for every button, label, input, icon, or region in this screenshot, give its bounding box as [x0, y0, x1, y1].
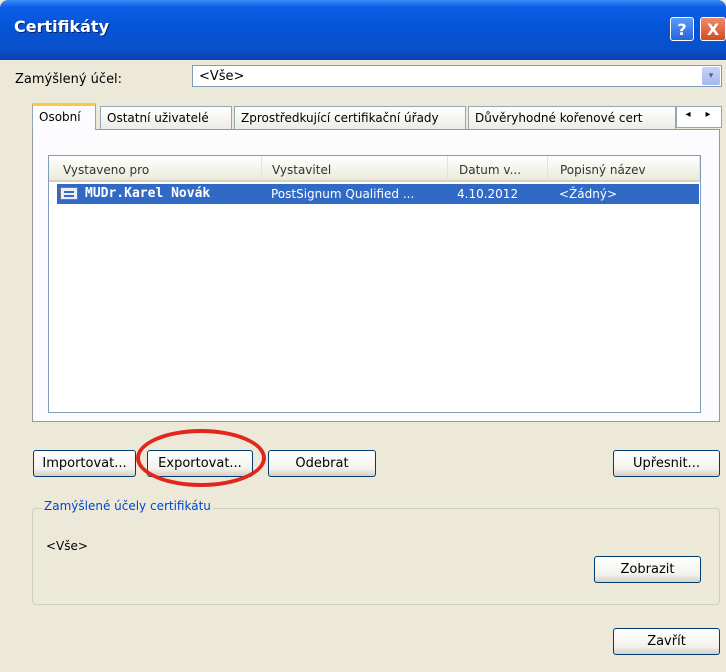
cell-date: 4.10.2012 — [457, 187, 519, 201]
title-bar: Certifikáty ? X — [0, 0, 726, 60]
chevron-down-icon[interactable]: ▾ — [702, 67, 720, 85]
tab-other-users[interactable]: Ostatní uživatelé — [100, 106, 232, 129]
table-row[interactable]: MUDr.Karel Novák PostSignum Qualified ..… — [57, 184, 699, 204]
import-button[interactable]: Importovat... — [33, 450, 136, 477]
view-button[interactable]: Zobrazit — [594, 556, 701, 583]
tab-personal[interactable]: Osobní — [32, 103, 96, 130]
purpose-label: Zamýšlený účel: — [15, 72, 123, 87]
close-button[interactable]: Zavřít — [613, 628, 720, 655]
cell-issued-to: MUDr.Karel Novák — [85, 186, 211, 201]
purpose-dropdown[interactable]: <Vše> ▾ — [192, 65, 722, 87]
remove-button[interactable]: Odebrat — [268, 450, 376, 477]
tab-trusted-root-ca[interactable]: Důvěryhodné kořenové cert — [468, 106, 676, 129]
tab-scroll-buttons: ◂ ▸ — [676, 106, 722, 128]
cell-issuer: PostSignum Qualified ... — [271, 187, 415, 201]
scroll-right-icon[interactable]: ▸ — [698, 109, 718, 120]
purposes-group-title: Zamýšlené účely certifikátu — [42, 499, 213, 513]
window-title: Certifikáty — [14, 17, 109, 36]
highlight-ellipse — [136, 429, 266, 487]
close-window-button[interactable]: X — [700, 17, 726, 41]
column-friendly-name[interactable]: Popisný název — [548, 156, 700, 182]
scroll-left-icon[interactable]: ◂ — [678, 109, 698, 120]
purpose-value: <Vše> — [199, 69, 245, 84]
certificate-icon — [60, 187, 78, 200]
certificate-list[interactable]: Vystaveno pro Vystavitel Datum v... Popi… — [48, 155, 701, 413]
purposes-value: <Vše> — [46, 539, 88, 553]
advanced-button[interactable]: Upřesnit... — [613, 450, 720, 477]
column-issued-to[interactable]: Vystaveno pro — [49, 156, 262, 182]
column-expiration-date[interactable]: Datum v... — [448, 156, 548, 182]
cell-friendly-name: <Žádný> — [559, 187, 618, 201]
column-issuer[interactable]: Vystavitel — [262, 156, 448, 182]
help-button[interactable]: ? — [670, 17, 694, 41]
tab-intermediate-ca[interactable]: Zprostředkující certifikační úřady — [234, 106, 466, 129]
